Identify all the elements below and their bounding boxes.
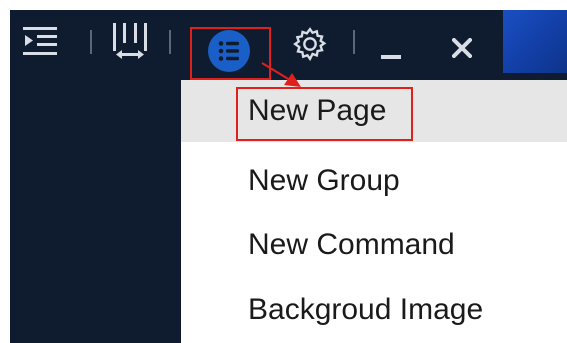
toolbar-separator	[90, 30, 92, 54]
menu-item-highlight-box	[236, 87, 413, 141]
minimize-icon[interactable]	[373, 30, 409, 66]
toolbar	[10, 10, 503, 80]
menu-item-label: New Group	[248, 164, 400, 197]
gear-icon[interactable]	[290, 24, 330, 64]
toolbar-separator	[353, 30, 355, 54]
menu-item-new-command[interactable]: New Command	[181, 214, 567, 276]
menu-item-new-group[interactable]: New Group	[181, 150, 567, 212]
indent-list-icon[interactable]	[22, 23, 58, 59]
menu-item-label: Backgroud Image	[248, 293, 484, 326]
toolbar-separator	[169, 30, 171, 54]
column-resize-icon[interactable]	[110, 22, 150, 62]
menu-item-background-image[interactable]: Backgroud Image	[181, 279, 567, 341]
close-icon[interactable]	[444, 30, 480, 66]
menu-item-label: New Command	[248, 228, 455, 261]
toolbar-highlight-box	[190, 27, 271, 80]
window-background-strip	[503, 10, 567, 73]
